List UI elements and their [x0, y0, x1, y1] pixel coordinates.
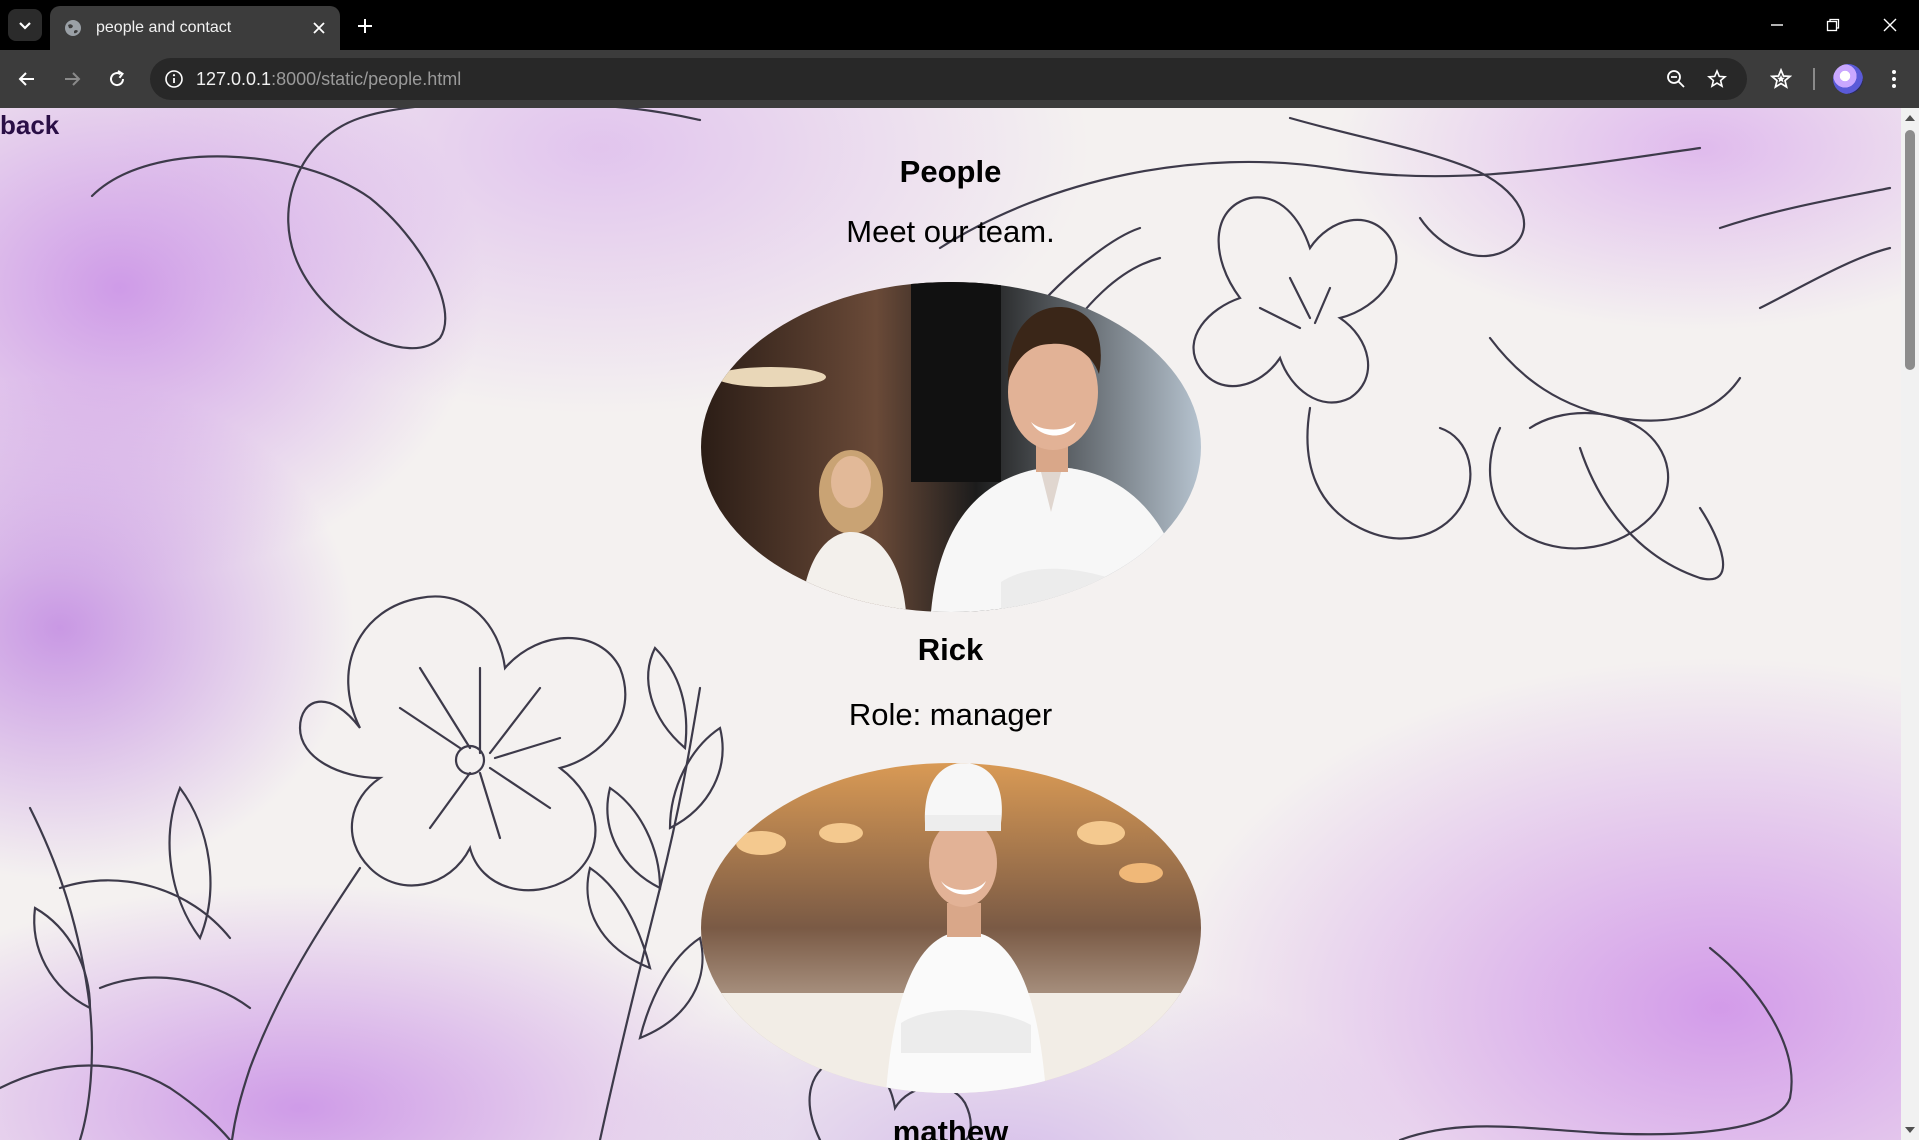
- star-icon: [1707, 69, 1727, 88]
- page-subtitle: Meet our team.: [846, 214, 1055, 249]
- member-name: mathew: [892, 1114, 1009, 1140]
- restore-icon: [1826, 18, 1840, 32]
- forward-nav-button[interactable]: [58, 65, 86, 93]
- minimize-button[interactable]: [1764, 12, 1790, 38]
- toolbar-separator: [1813, 68, 1815, 90]
- close-icon: [1883, 18, 1897, 32]
- tab-title: people and contact: [96, 19, 232, 36]
- globe-icon: [65, 20, 81, 36]
- site-info-button[interactable]: [162, 67, 186, 91]
- browser-toolbar: 127.0.0.1:8000/static/people.html: [0, 50, 1919, 108]
- chef-photo: [701, 763, 1201, 1093]
- tab-search-button[interactable]: [8, 9, 42, 41]
- menu-button[interactable]: [1880, 65, 1908, 93]
- reload-button[interactable]: [103, 65, 131, 93]
- browser-tab-bar: people and contact: [0, 0, 1919, 50]
- url-text: 127.0.0.1:8000/static/people.html: [196, 69, 461, 90]
- scrollbar-thumb[interactable]: [1905, 130, 1915, 370]
- bookmark-button[interactable]: [1705, 67, 1729, 91]
- plus-icon: [358, 19, 372, 33]
- member-role: Role: manager: [848, 697, 1053, 732]
- bookmarks-star-icon: [1770, 68, 1792, 89]
- member-name: Rick: [917, 632, 984, 667]
- info-icon: [165, 70, 183, 88]
- zoom-out-icon: [1667, 70, 1685, 88]
- arrow-left-icon: [18, 72, 34, 86]
- scroll-up-arrow-icon[interactable]: [1904, 112, 1916, 124]
- page-viewport: back People Meet our team. Rick Role: ma…: [0, 108, 1901, 1140]
- back-link[interactable]: back: [0, 110, 59, 141]
- url-host: 127.0.0.1: [196, 69, 272, 89]
- page-title: People: [899, 154, 1002, 189]
- new-tab-button[interactable]: [352, 13, 378, 39]
- reload-icon: [110, 70, 125, 87]
- more-vertical-icon: [1892, 70, 1896, 88]
- profile-avatar[interactable]: [1833, 64, 1863, 94]
- zoom-button[interactable]: [1664, 67, 1688, 91]
- arrow-right-icon: [65, 72, 81, 86]
- minimize-icon: [1771, 24, 1783, 26]
- scroll-down-arrow-icon[interactable]: [1904, 1124, 1916, 1136]
- close-icon: [313, 22, 325, 34]
- back-nav-button[interactable]: [13, 65, 41, 93]
- bookmarks-button[interactable]: [1767, 65, 1795, 93]
- url-path: :8000/static/people.html: [271, 69, 462, 89]
- cafe-manager-photo: [701, 282, 1201, 612]
- restore-button[interactable]: [1820, 12, 1846, 38]
- member-photo-mathew: [701, 763, 1201, 1093]
- page-scrollbar[interactable]: [1901, 108, 1919, 1140]
- browser-tab[interactable]: people and contact: [50, 6, 340, 50]
- member-photo-rick: [701, 282, 1201, 612]
- tab-close-button[interactable]: [310, 19, 328, 37]
- close-window-button[interactable]: [1877, 12, 1903, 38]
- address-bar[interactable]: 127.0.0.1:8000/static/people.html: [150, 58, 1747, 100]
- chevron-down-icon: [19, 22, 31, 30]
